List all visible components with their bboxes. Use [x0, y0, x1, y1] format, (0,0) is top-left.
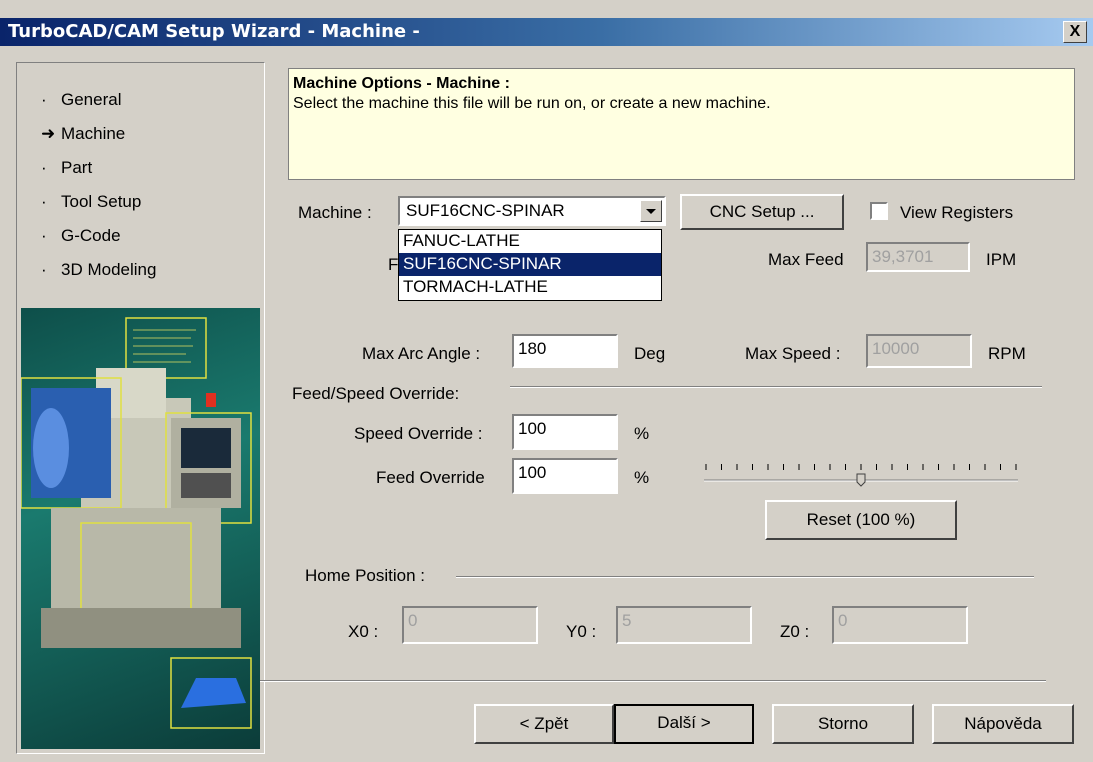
info-title: Machine Options - Machine :: [293, 75, 510, 92]
machine-option[interactable]: FANUC-LATHE: [399, 230, 661, 253]
help-button[interactable]: Nápověda: [932, 704, 1074, 744]
title-bar[interactable]: TurboCAD/CAM Setup Wizard - Machine - X: [0, 18, 1093, 46]
home-position-divider: [456, 576, 1034, 578]
home-position-label: Home Position :: [305, 566, 425, 585]
hidden-label-fragment: F: [388, 255, 399, 274]
nav-item-label: General: [61, 90, 122, 109]
max-feed-field[interactable]: 39,3701: [866, 242, 970, 272]
window-title: TurboCAD/CAM Setup Wizard - Machine -: [8, 21, 420, 42]
slider-thumb[interactable]: [856, 473, 866, 487]
nav-item-label: G-Code: [61, 226, 121, 245]
machine-label: Machine :: [298, 203, 372, 222]
bullet-icon: ·: [41, 158, 47, 177]
bullet-icon: ·: [41, 226, 47, 245]
wizard-window: TurboCAD/CAM Setup Wizard - Machine - X …: [0, 0, 1093, 762]
nav-item-g-code[interactable]: · G-Code: [41, 219, 156, 253]
feed-override-label: Feed Override: [376, 468, 485, 487]
nav-item-tool-setup[interactable]: · Tool Setup: [41, 185, 156, 219]
bullet-icon: ·: [41, 90, 47, 109]
chevron-down-icon[interactable]: [640, 200, 662, 222]
machine-option[interactable]: TORMACH-LATHE: [399, 276, 661, 299]
speed-override-unit: %: [634, 424, 650, 443]
footer-divider: [260, 680, 1046, 682]
max-speed-unit: RPM: [988, 344, 1026, 363]
z0-field[interactable]: 0: [832, 606, 968, 644]
nav-item-label: Part: [61, 158, 93, 177]
reset-override-button[interactable]: Reset (100 %): [765, 500, 957, 540]
bullet-icon: ·: [41, 192, 47, 211]
override-divider: [510, 386, 1042, 388]
max-speed-label: Max Speed :: [745, 344, 841, 363]
machine-dropdown-list: FANUC-LATHE SUF16CNC-SPINAR TORMACH-LATH…: [398, 229, 662, 301]
nav-item-part[interactable]: · Part: [41, 151, 156, 185]
max-speed-field[interactable]: 10000: [866, 334, 972, 368]
speed-override-label: Speed Override :: [354, 424, 483, 443]
nav-item-label: Tool Setup: [61, 192, 142, 211]
nav-item-general[interactable]: · General: [41, 83, 156, 117]
nav-item-label: Machine: [61, 124, 126, 143]
wizard-steps-list: · General ➜ Machine · Part · Tool Setup · G-C…: [41, 83, 156, 287]
y0-label: Y0 :: [566, 622, 597, 641]
nav-item-label: 3D Modeling: [61, 260, 157, 279]
wizard-steps-panel: · General ➜ Machine · Part · Tool Setup · G-C…: [16, 62, 265, 754]
speed-override-field[interactable]: 100: [512, 414, 618, 450]
info-box: Machine Options - Machine : Select the m…: [288, 68, 1075, 180]
nav-item-machine[interactable]: ➜ Machine: [41, 117, 156, 151]
override-group-label: Feed/Speed Override:: [292, 384, 460, 403]
max-arc-angle-field[interactable]: 180: [512, 334, 618, 368]
close-button[interactable]: X: [1063, 21, 1087, 43]
feed-override-slider[interactable]: [700, 458, 1022, 492]
arrow-right-icon: ➜: [41, 124, 56, 143]
max-feed-unit: IPM: [986, 250, 1017, 269]
view-registers-label: View Registers: [900, 203, 1014, 222]
cancel-button[interactable]: Storno: [772, 704, 914, 744]
x0-field[interactable]: 0: [402, 606, 538, 644]
machine-select[interactable]: SUF16CNC-SPINAR: [398, 196, 666, 226]
back-button[interactable]: < Zpět: [474, 704, 614, 744]
feed-override-field[interactable]: 100: [512, 458, 618, 494]
x0-label: X0 :: [348, 622, 379, 641]
info-text: Select the machine this file will be run…: [293, 95, 771, 112]
bullet-icon: ·: [41, 260, 47, 279]
machine-select-value: SUF16CNC-SPINAR: [406, 201, 565, 220]
machine-option-selected[interactable]: SUF16CNC-SPINAR: [399, 253, 661, 276]
y0-field[interactable]: 5: [616, 606, 752, 644]
max-arc-angle-unit: Deg: [634, 344, 666, 363]
next-button[interactable]: Další >: [614, 704, 754, 744]
nav-item-3d-modeling[interactable]: · 3D Modeling: [41, 253, 156, 287]
cnc-setup-button[interactable]: CNC Setup ...: [680, 194, 844, 230]
max-feed-label: Max Feed: [768, 250, 844, 269]
feed-override-unit: %: [634, 468, 650, 487]
view-registers-checkbox[interactable]: [870, 202, 888, 220]
z0-label: Z0 :: [780, 622, 810, 641]
cnc-machine-illustration: [21, 308, 260, 749]
max-arc-angle-label: Max Arc Angle :: [362, 344, 481, 363]
